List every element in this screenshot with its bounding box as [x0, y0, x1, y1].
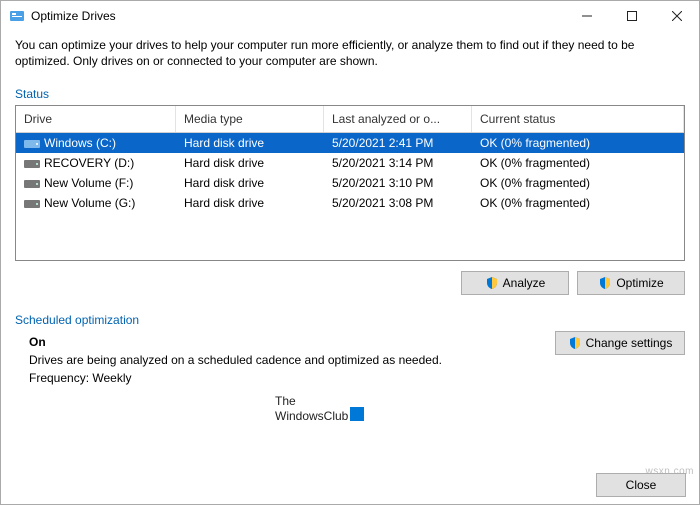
drives-listbox[interactable]: Drive Media type Last analyzed or o... C… — [15, 105, 685, 261]
close-label: Close — [626, 478, 657, 492]
drive-last: 5/20/2021 2:41 PM — [324, 134, 472, 152]
drive-last: 5/20/2021 3:08 PM — [324, 194, 472, 212]
change-settings-label: Change settings — [586, 336, 673, 350]
drive-name: New Volume (F:) — [44, 176, 133, 190]
drive-name: New Volume (G:) — [44, 196, 135, 210]
drive-icon — [24, 197, 40, 209]
optimize-button[interactable]: Optimize — [577, 271, 685, 295]
shield-icon — [485, 276, 499, 290]
drive-row[interactable]: New Volume (F:) Hard disk drive5/20/2021 … — [16, 173, 684, 193]
drive-media: Hard disk drive — [176, 174, 324, 192]
drive-status: OK (0% fragmented) — [472, 174, 684, 192]
col-header-media[interactable]: Media type — [176, 106, 324, 132]
drive-last: 5/20/2021 3:10 PM — [324, 174, 472, 192]
drive-media: Hard disk drive — [176, 194, 324, 212]
col-header-drive[interactable]: Drive — [16, 106, 176, 132]
analyze-button[interactable]: Analyze — [461, 271, 569, 295]
shield-icon — [598, 276, 612, 290]
close-button[interactable] — [654, 1, 699, 31]
drive-icon — [24, 157, 40, 169]
col-header-status[interactable]: Current status — [472, 106, 684, 132]
window-title: Optimize Drives — [31, 9, 564, 23]
drive-name: RECOVERY (D:) — [44, 156, 134, 170]
shield-icon — [568, 336, 582, 350]
watermark: The WindowsClub — [275, 395, 364, 422]
list-header: Drive Media type Last analyzed or o... C… — [16, 106, 684, 133]
close-dialog-button[interactable]: Close — [596, 473, 686, 497]
optimize-label: Optimize — [616, 276, 663, 290]
drive-media: Hard disk drive — [176, 154, 324, 172]
description-text: You can optimize your drives to help you… — [15, 37, 685, 69]
drive-icon — [24, 177, 40, 189]
drive-status: OK (0% fragmented) — [472, 194, 684, 212]
drive-status: OK (0% fragmented) — [472, 134, 684, 152]
drive-status: OK (0% fragmented) — [472, 154, 684, 172]
scheduled-status: On — [29, 335, 555, 349]
analyze-label: Analyze — [503, 276, 546, 290]
drive-row[interactable]: RECOVERY (D:) Hard disk drive5/20/2021 3:… — [16, 153, 684, 173]
drive-icon — [24, 137, 40, 149]
status-section-label: Status — [15, 87, 685, 101]
drive-name: Windows (C:) — [44, 136, 116, 150]
titlebar: Optimize Drives — [1, 1, 699, 31]
drive-media: Hard disk drive — [176, 134, 324, 152]
change-settings-button[interactable]: Change settings — [555, 331, 685, 355]
drive-last: 5/20/2021 3:14 PM — [324, 154, 472, 172]
drive-row[interactable]: New Volume (G:) Hard disk drive5/20/2021 … — [16, 193, 684, 213]
drive-row[interactable]: Windows (C:) Hard disk drive5/20/2021 2:4… — [16, 133, 684, 153]
col-header-last[interactable]: Last analyzed or o... — [324, 106, 472, 132]
maximize-button[interactable] — [609, 1, 654, 31]
scheduled-frequency: Frequency: Weekly — [29, 371, 555, 385]
scheduled-section-label: Scheduled optimization — [15, 313, 685, 327]
minimize-button[interactable] — [564, 1, 609, 31]
app-icon — [9, 8, 25, 24]
scheduled-description: Drives are being analyzed on a scheduled… — [29, 353, 555, 367]
